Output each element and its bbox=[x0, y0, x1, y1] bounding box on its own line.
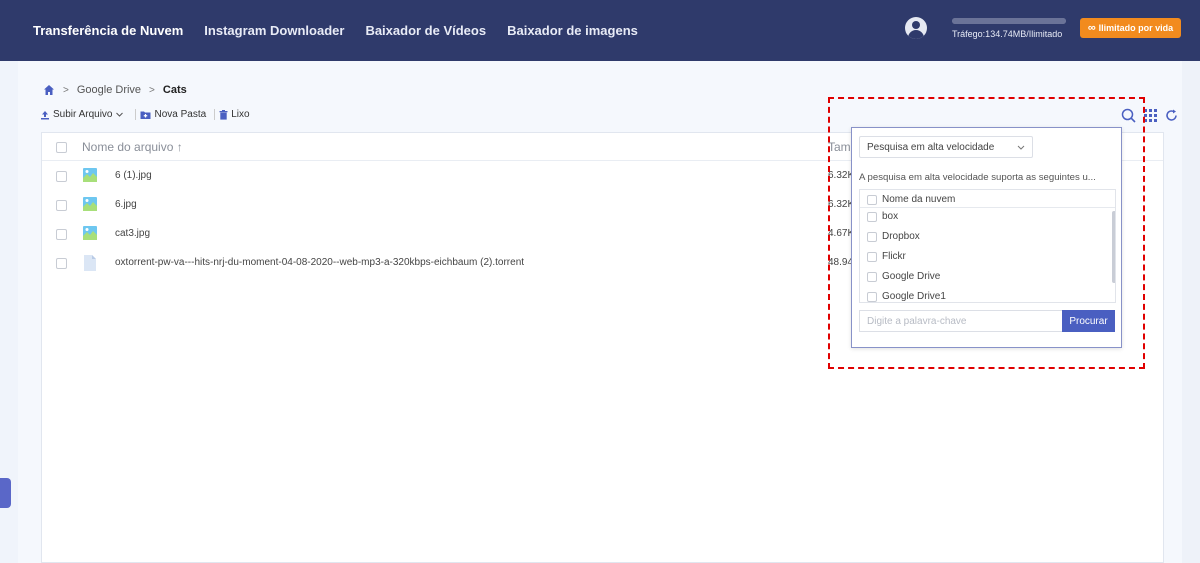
column-header-name-label: Nome do arquivo bbox=[82, 140, 174, 154]
chevron-down-icon bbox=[1017, 145, 1025, 150]
row-checkbox[interactable] bbox=[56, 229, 67, 240]
column-header-name[interactable]: Nome do arquivo ↑ bbox=[82, 140, 183, 154]
trash-icon bbox=[219, 109, 228, 120]
cloud-item-flickr[interactable]: Flickr bbox=[867, 251, 906, 262]
search-mode-note: A pesquisa em alta velocidade suporta as… bbox=[859, 172, 1096, 183]
search-popup: Pesquisa em alta velocidade A pesquisa e… bbox=[851, 127, 1122, 348]
cloud-item-google-drive1[interactable]: Google Drive1 bbox=[867, 291, 946, 302]
search-mode-select[interactable]: Pesquisa em alta velocidade bbox=[859, 136, 1033, 158]
checkbox[interactable] bbox=[867, 291, 877, 302]
cloud-item-label: box bbox=[882, 211, 899, 222]
trash-label: Lixo bbox=[231, 109, 250, 120]
file-toolbar: Subir Arquivo Nova Pasta Lixo bbox=[40, 109, 254, 120]
cloud-item-label: Google Drive bbox=[882, 271, 941, 282]
traffic-progress-bar bbox=[952, 18, 1066, 24]
cloud-list-select-all[interactable]: Nome da nuvem bbox=[867, 194, 955, 205]
checkbox[interactable] bbox=[867, 251, 877, 262]
traffic-usage-text: Tráfego:134.74MB/Ilimitado bbox=[952, 29, 1063, 39]
breadcrumb: > Google Drive > Cats bbox=[43, 84, 187, 96]
upload-file-label: Subir Arquivo bbox=[53, 109, 113, 120]
chevron-right-icon: > bbox=[149, 84, 155, 96]
cloud-list: Nome da nuvem box Dropbox Flickr Google … bbox=[859, 189, 1116, 303]
file-name[interactable]: oxtorrent-pw-va---hits-nrj-du-moment-04-… bbox=[115, 257, 524, 268]
side-collapse-tab[interactable] bbox=[0, 478, 11, 508]
checkbox[interactable] bbox=[867, 211, 877, 222]
search-button[interactable]: Procurar bbox=[1062, 310, 1115, 332]
image-file-icon bbox=[83, 226, 97, 245]
nav-video-downloader[interactable]: Baixador de Vídeos bbox=[365, 23, 486, 38]
file-name[interactable]: 6 (1).jpg bbox=[115, 170, 152, 181]
nav-cloud-transfer[interactable]: Transferência de Nuvem bbox=[33, 23, 183, 38]
grid-view-icon[interactable] bbox=[1144, 109, 1157, 122]
cloud-item-label: Flickr bbox=[882, 251, 906, 262]
user-avatar-icon[interactable] bbox=[905, 17, 927, 39]
trash-button[interactable]: Lixo bbox=[219, 109, 250, 120]
row-checkbox[interactable] bbox=[56, 171, 67, 182]
checkbox[interactable] bbox=[867, 231, 877, 242]
cloud-item-label: Dropbox bbox=[882, 231, 920, 242]
cloud-item-label: Google Drive1 bbox=[882, 291, 946, 302]
row-checkbox[interactable] bbox=[56, 200, 67, 211]
cloud-item-google-drive[interactable]: Google Drive bbox=[867, 271, 940, 282]
nav-image-downloader[interactable]: Baixador de imagens bbox=[507, 23, 638, 38]
checkbox[interactable] bbox=[867, 271, 877, 282]
chevron-down-icon bbox=[116, 112, 124, 117]
cloud-item-dropbox[interactable]: Dropbox bbox=[867, 231, 920, 242]
upload-file-button[interactable]: Subir Arquivo bbox=[40, 109, 127, 120]
cloud-item-box[interactable]: box bbox=[867, 211, 898, 222]
keyword-input[interactable]: Digite a palavra-chave bbox=[859, 310, 1063, 332]
nav-instagram-downloader[interactable]: Instagram Downloader bbox=[204, 23, 344, 38]
upload-icon bbox=[41, 110, 49, 119]
breadcrumb-current-folder: Cats bbox=[162, 84, 187, 96]
file-name[interactable]: 6.jpg bbox=[115, 199, 137, 210]
breadcrumb-google-drive[interactable]: Google Drive bbox=[77, 84, 141, 96]
image-file-icon bbox=[83, 168, 97, 187]
sort-arrow-up-icon: ↑ bbox=[176, 140, 183, 154]
checkbox[interactable] bbox=[867, 194, 877, 205]
image-file-icon bbox=[83, 197, 97, 216]
chevron-right-icon: > bbox=[63, 84, 69, 96]
folder-plus-icon bbox=[140, 111, 151, 119]
top-navigation-bar: Transferência de Nuvem Instagram Downloa… bbox=[0, 0, 1200, 61]
row-checkbox[interactable] bbox=[56, 258, 67, 269]
cloud-list-scrollbar[interactable] bbox=[1112, 211, 1115, 283]
lifetime-plan-label: Ilimitado por vida bbox=[1098, 23, 1174, 33]
toolbar-divider bbox=[214, 109, 216, 120]
home-icon[interactable] bbox=[43, 84, 55, 96]
new-folder-label: Nova Pasta bbox=[154, 109, 207, 120]
toolbar-divider bbox=[135, 109, 137, 120]
main-nav: Transferência de Nuvem Instagram Downloa… bbox=[33, 0, 659, 61]
generic-file-icon bbox=[83, 255, 97, 276]
select-all-checkbox[interactable] bbox=[56, 142, 67, 153]
infinity-icon: ∞ bbox=[1087, 22, 1096, 34]
lifetime-plan-button[interactable]: ∞ Ilimitado por vida bbox=[1080, 18, 1181, 38]
search-mode-value: Pesquisa em alta velocidade bbox=[867, 142, 995, 153]
file-name[interactable]: cat3.jpg bbox=[115, 228, 150, 239]
right-scroll-strip bbox=[1182, 61, 1200, 563]
new-folder-button[interactable]: Nova Pasta bbox=[140, 109, 206, 120]
refresh-icon[interactable] bbox=[1165, 109, 1178, 122]
cloud-list-header-label: Nome da nuvem bbox=[882, 194, 956, 205]
